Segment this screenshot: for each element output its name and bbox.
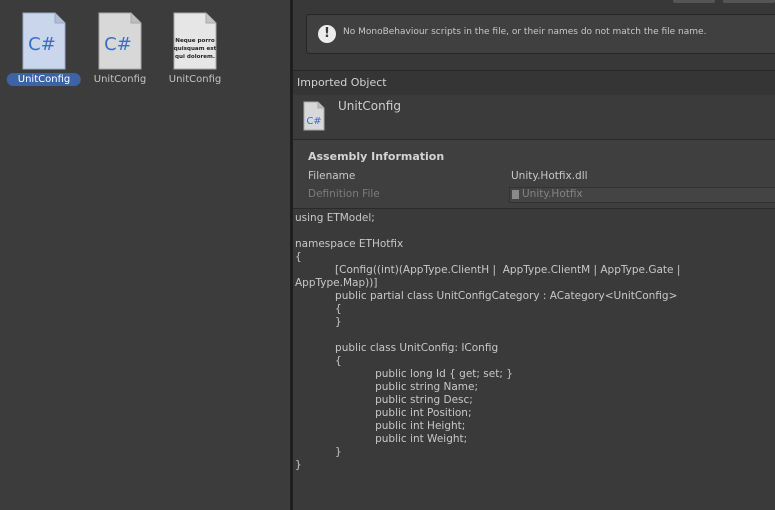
help-box: ! No MonoBehaviour scripts in the file, … bbox=[306, 14, 775, 54]
code-line: public string Desc; bbox=[295, 394, 473, 406]
code-line: public long Id { get; set; } bbox=[295, 368, 513, 380]
text-preview-line-2: quisquam est bbox=[174, 46, 217, 52]
code-line: using ETModel; bbox=[295, 212, 375, 224]
definition-file-value: Unity.Hotfix bbox=[522, 188, 583, 200]
object-name: UnitConfig bbox=[338, 99, 401, 113]
assembly-title: Assembly Information bbox=[308, 150, 445, 163]
text-preview-line-1: Neque porro bbox=[175, 38, 215, 44]
csharp-glyph: C# bbox=[28, 34, 56, 55]
code-line: } bbox=[295, 459, 302, 471]
imported-object-title: Imported Object bbox=[297, 76, 387, 89]
code-line: } bbox=[295, 446, 342, 458]
filename-label: Filename bbox=[308, 170, 356, 182]
object-header: C# UnitConfig bbox=[293, 95, 775, 140]
code-line: namespace ETHotfix bbox=[295, 238, 404, 250]
code-line: public partial class UnitConfigCategory … bbox=[295, 290, 678, 302]
code-line: public class UnitConfig: IConfig bbox=[295, 342, 499, 354]
definition-file-label: Definition File bbox=[308, 188, 380, 200]
code-line: [Config((int)(AppType.ClientH | AppType.… bbox=[295, 264, 681, 276]
code-line: public string Name; bbox=[295, 381, 479, 393]
code-line: { bbox=[295, 303, 342, 315]
code-line: AppType.Map))] bbox=[295, 277, 378, 289]
asset-label: UnitConfig bbox=[93, 74, 147, 85]
help-message: No MonoBehaviour scripts in the file, or… bbox=[343, 27, 707, 37]
filename-value: Unity.Hotfix.dll bbox=[511, 170, 588, 182]
csharp-script-icon: C# bbox=[22, 12, 66, 70]
imported-object-header: Imported Object bbox=[293, 70, 775, 96]
info-icon: ! bbox=[318, 25, 336, 43]
code-line: public int Position; bbox=[295, 407, 472, 419]
code-line: } bbox=[295, 316, 342, 328]
text-asset-icon: Neque porro quisquam est qui dolorem. bbox=[173, 12, 217, 70]
csharp-script-icon: C# bbox=[98, 12, 142, 70]
toolbar-button[interactable] bbox=[723, 0, 775, 3]
code-line: public int Weight; bbox=[295, 433, 468, 445]
asset-unitconfig-script[interactable]: C# UnitConfig bbox=[82, 10, 158, 90]
assembly-information-section: Assembly Information Filename Unity.Hotf… bbox=[293, 140, 775, 209]
text-preview-line-3: qui dolorem. bbox=[175, 54, 215, 60]
asset-label: UnitConfig bbox=[168, 74, 222, 85]
asset-label: UnitConfig bbox=[6, 73, 82, 86]
file-icon bbox=[512, 190, 519, 199]
csharp-script-icon: C# bbox=[303, 101, 325, 131]
csharp-glyph: C# bbox=[306, 116, 321, 127]
code-line: public int Height; bbox=[295, 420, 466, 432]
toolbar-button[interactable] bbox=[673, 0, 715, 3]
code-line: { bbox=[295, 355, 342, 367]
csharp-glyph: C# bbox=[104, 34, 132, 55]
code-line: { bbox=[295, 251, 302, 263]
project-pane: C# UnitConfig C# UnitConfig Neque porro … bbox=[0, 0, 290, 510]
definition-file-field[interactable]: Unity.Hotfix bbox=[509, 187, 775, 203]
asset-unitconfig-text[interactable]: Neque porro quisquam est qui dolorem. Un… bbox=[157, 10, 233, 90]
toolbar-strip bbox=[293, 0, 775, 4]
script-source-preview: using ETModel; namespace ETHotfix { [Con… bbox=[293, 209, 775, 510]
inspector-panel: ! No MonoBehaviour scripts in the file, … bbox=[293, 0, 775, 510]
asset-unitconfig-script-selected[interactable]: C# UnitConfig bbox=[6, 10, 82, 90]
